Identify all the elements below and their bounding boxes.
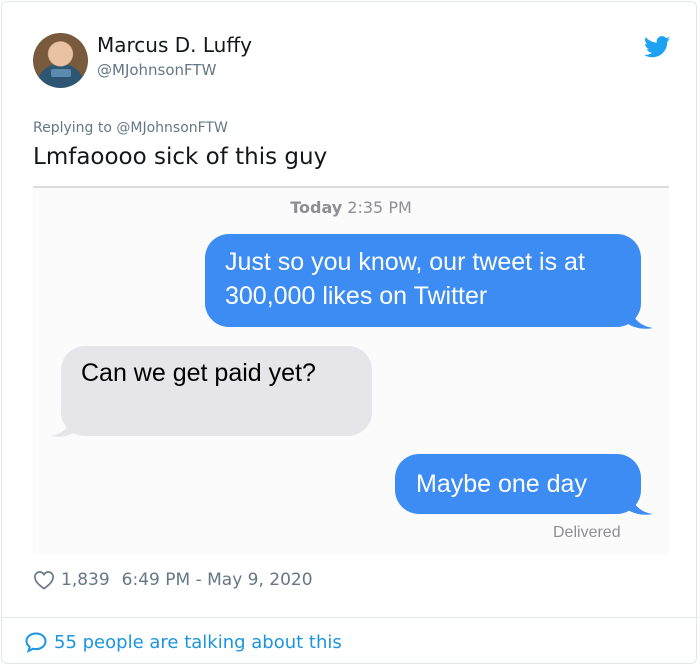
message-bubble-received: Can we get paid yet?	[61, 346, 372, 436]
timestamp-day: Today	[290, 198, 343, 217]
tweet-meta: 1,839 6:49 PM - May 9, 2020	[33, 568, 313, 592]
divider	[1, 617, 699, 618]
timestamp-time: 2:35 PM	[347, 198, 412, 217]
author-name[interactable]: Marcus D. Luffy	[97, 33, 252, 57]
twitter-bird-icon[interactable]	[644, 36, 670, 58]
comment-bubble-icon	[25, 632, 47, 653]
tweet-datetime[interactable]: 6:49 PM - May 9, 2020	[122, 570, 313, 590]
replying-to[interactable]: Replying to @MJohnsonFTW	[33, 120, 228, 136]
delivery-status: Delivered	[553, 524, 621, 541]
like-count[interactable]: 1,839	[61, 570, 110, 590]
message-timestamp: Today 2:35 PM	[33, 198, 669, 217]
imessage-screenshot: Today 2:35 PM Just so you know, our twee…	[33, 186, 669, 554]
tweet-text: Lmfaoooo sick of this guy	[33, 144, 328, 170]
message-bubble-sent: Just so you know, our tweet is at 300,00…	[205, 234, 641, 327]
conversation-link[interactable]: 55 people are talking about this	[24, 628, 342, 656]
conversation-link-label: 55 people are talking about this	[54, 631, 342, 653]
heart-icon[interactable]	[33, 570, 55, 590]
message-bubble-sent: Maybe one day	[395, 454, 641, 514]
author-handle[interactable]: @MJohnsonFTW	[97, 61, 216, 79]
avatar[interactable]	[33, 33, 88, 88]
